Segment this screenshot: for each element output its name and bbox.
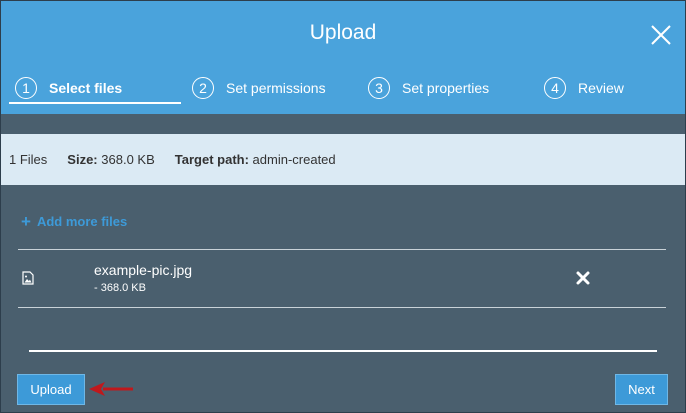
step-number: 3 [368,77,390,99]
file-name: example-pic.jpg [94,262,193,278]
step-label: Set properties [402,80,490,96]
upload-button[interactable]: Upload [17,374,85,405]
close-icon[interactable] [649,23,673,47]
remove-file-icon[interactable] [575,270,591,286]
upload-summary: 1 Files Size: 368.0 KB Target path: admi… [1,134,685,185]
target-path-value: admin-created [252,152,336,167]
next-button[interactable]: Next [615,374,668,405]
step-label: Set permissions [226,80,326,96]
files-count: 1 Files [9,152,48,167]
dialog-title: Upload [309,21,377,44]
target-path-label: Target path: [174,152,249,167]
size-label: Size: [67,152,98,167]
dialog-header: Upload 1 Select files 2 Set permissions … [1,1,685,114]
size-summary: Size: 368.0 KB [67,152,154,167]
annotation-arrow-icon [87,379,135,399]
step-select-files[interactable]: 1 Select files [15,71,122,105]
divider [18,249,666,250]
size-value: 368.0 KB [101,152,155,167]
target-path-summary: Target path: admin-created [175,152,336,167]
file-size: - 368.0 KB [94,282,146,294]
upload-progress-bar [29,350,657,352]
step-number: 2 [192,77,214,99]
image-file-icon [22,271,34,285]
step-set-permissions[interactable]: 2 Set permissions [192,71,326,105]
step-number: 1 [15,77,37,99]
divider [18,307,666,308]
step-label: Review [578,80,624,96]
step-review[interactable]: 4 Review [544,71,624,105]
step-label: Select files [49,80,123,96]
upload-dialog: Upload 1 Select files 2 Set permissions … [0,0,686,413]
wizard-steps: 1 Select files 2 Set permissions 3 Set p… [1,71,685,105]
step-number: 4 [544,77,566,99]
active-step-indicator [9,102,181,104]
add-more-files-label: Add more files [36,214,128,229]
plus-icon: + [21,212,31,231]
step-set-properties[interactable]: 3 Set properties [368,71,489,105]
add-more-files-link[interactable]: + Add more files [21,213,127,230]
file-row: example-pic.jpg - 368.0 KB [18,251,666,307]
